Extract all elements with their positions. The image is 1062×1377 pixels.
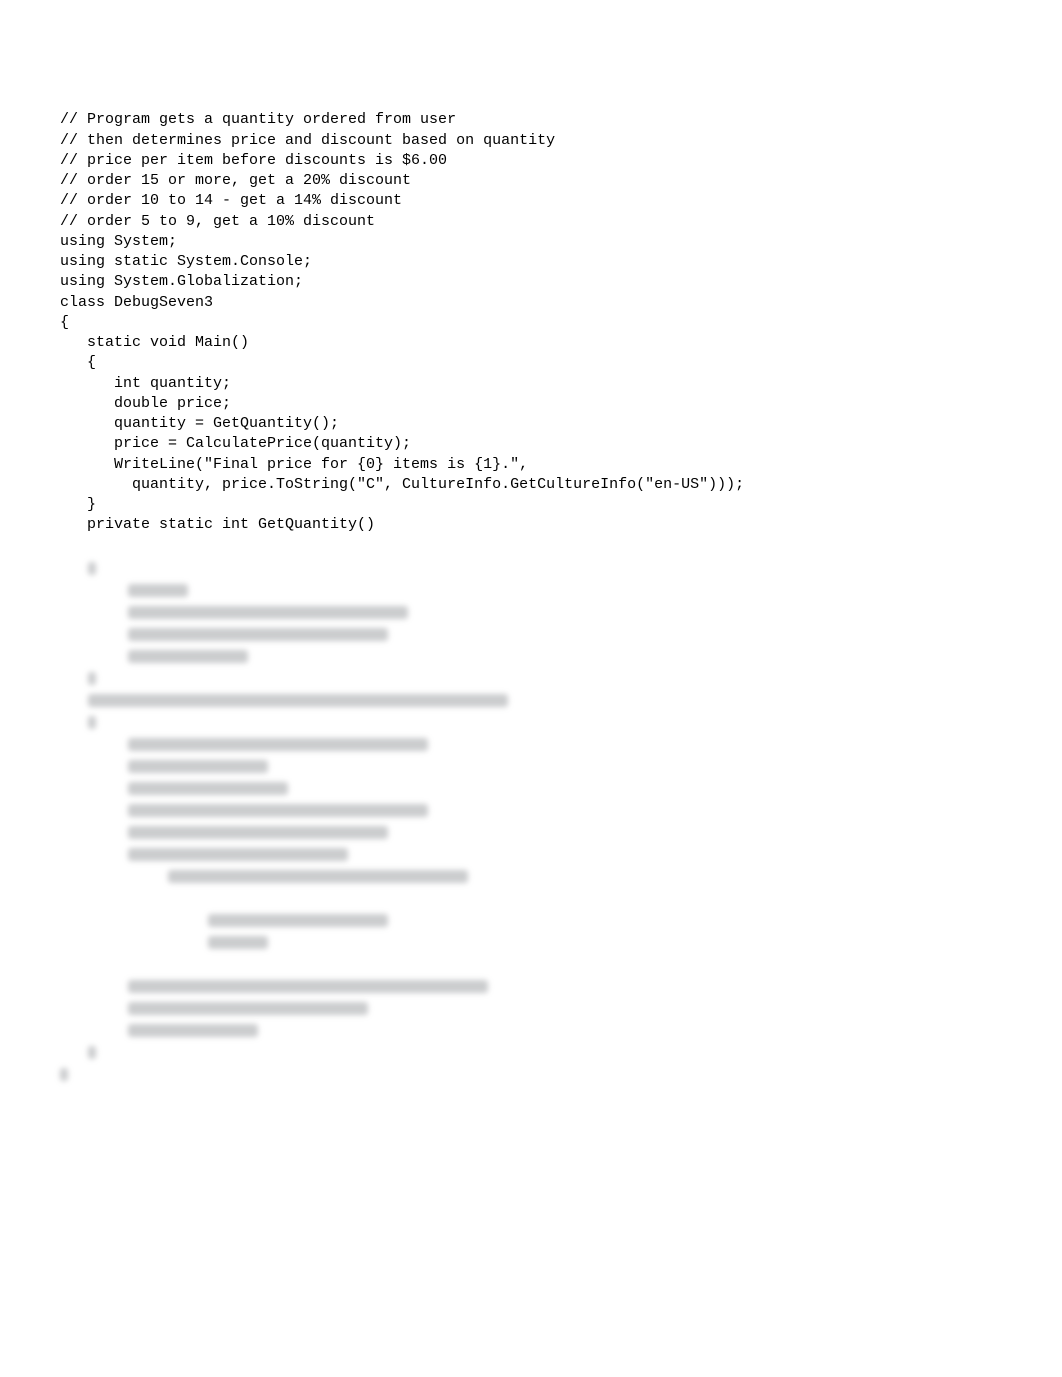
obscured-segment: [208, 936, 268, 949]
obscured-segment: [128, 782, 288, 795]
obscured-segment: [128, 650, 248, 663]
obscured-segment: [128, 1002, 368, 1015]
obscured-line: [88, 780, 608, 798]
obscured-segment: [88, 562, 96, 575]
obscured-segment: [168, 870, 468, 883]
obscured-line: [88, 1000, 608, 1018]
obscured-line: [88, 1066, 608, 1084]
code-block: // Program gets a quantity ordered from …: [60, 110, 1022, 535]
obscured-segment: [88, 694, 508, 707]
obscured-segment: [128, 804, 428, 817]
obscured-segment: [128, 980, 488, 993]
obscured-segment: [128, 606, 408, 619]
obscured-segment: [208, 914, 388, 927]
obscured-segment: [88, 1046, 96, 1059]
obscured-line: [88, 1044, 608, 1062]
obscured-line: [88, 714, 608, 732]
obscured-segment: [88, 672, 96, 685]
obscured-line: [88, 604, 608, 622]
obscured-line: [88, 692, 608, 710]
obscured-line: [88, 978, 608, 996]
obscured-line: [88, 1022, 608, 1040]
obscured-segment: [128, 628, 388, 641]
obscured-line: [88, 626, 608, 644]
obscured-segment: [128, 848, 348, 861]
obscured-segment: [60, 1068, 68, 1081]
obscured-line: [88, 846, 608, 864]
obscured-segment: [128, 584, 188, 597]
obscured-segment: [128, 1024, 258, 1037]
obscured-segment: [128, 738, 428, 751]
obscured-segment: [128, 760, 268, 773]
obscured-line: [88, 736, 608, 754]
code-page: // Program gets a quantity ordered from …: [0, 0, 1062, 1148]
obscured-line: [88, 560, 608, 578]
obscured-segment: [128, 826, 388, 839]
obscured-segment: [88, 716, 96, 729]
obscured-line: [88, 912, 608, 930]
obscured-line: [88, 824, 608, 842]
obscured-line: [88, 802, 608, 820]
obscured-line: [88, 890, 608, 908]
obscured-code-region: [88, 560, 608, 1084]
obscured-line: [88, 956, 608, 974]
obscured-line: [88, 670, 608, 688]
obscured-line: [88, 758, 608, 776]
obscured-line: [88, 868, 608, 886]
obscured-line: [88, 582, 608, 600]
obscured-line: [88, 648, 608, 666]
obscured-line: [88, 934, 608, 952]
